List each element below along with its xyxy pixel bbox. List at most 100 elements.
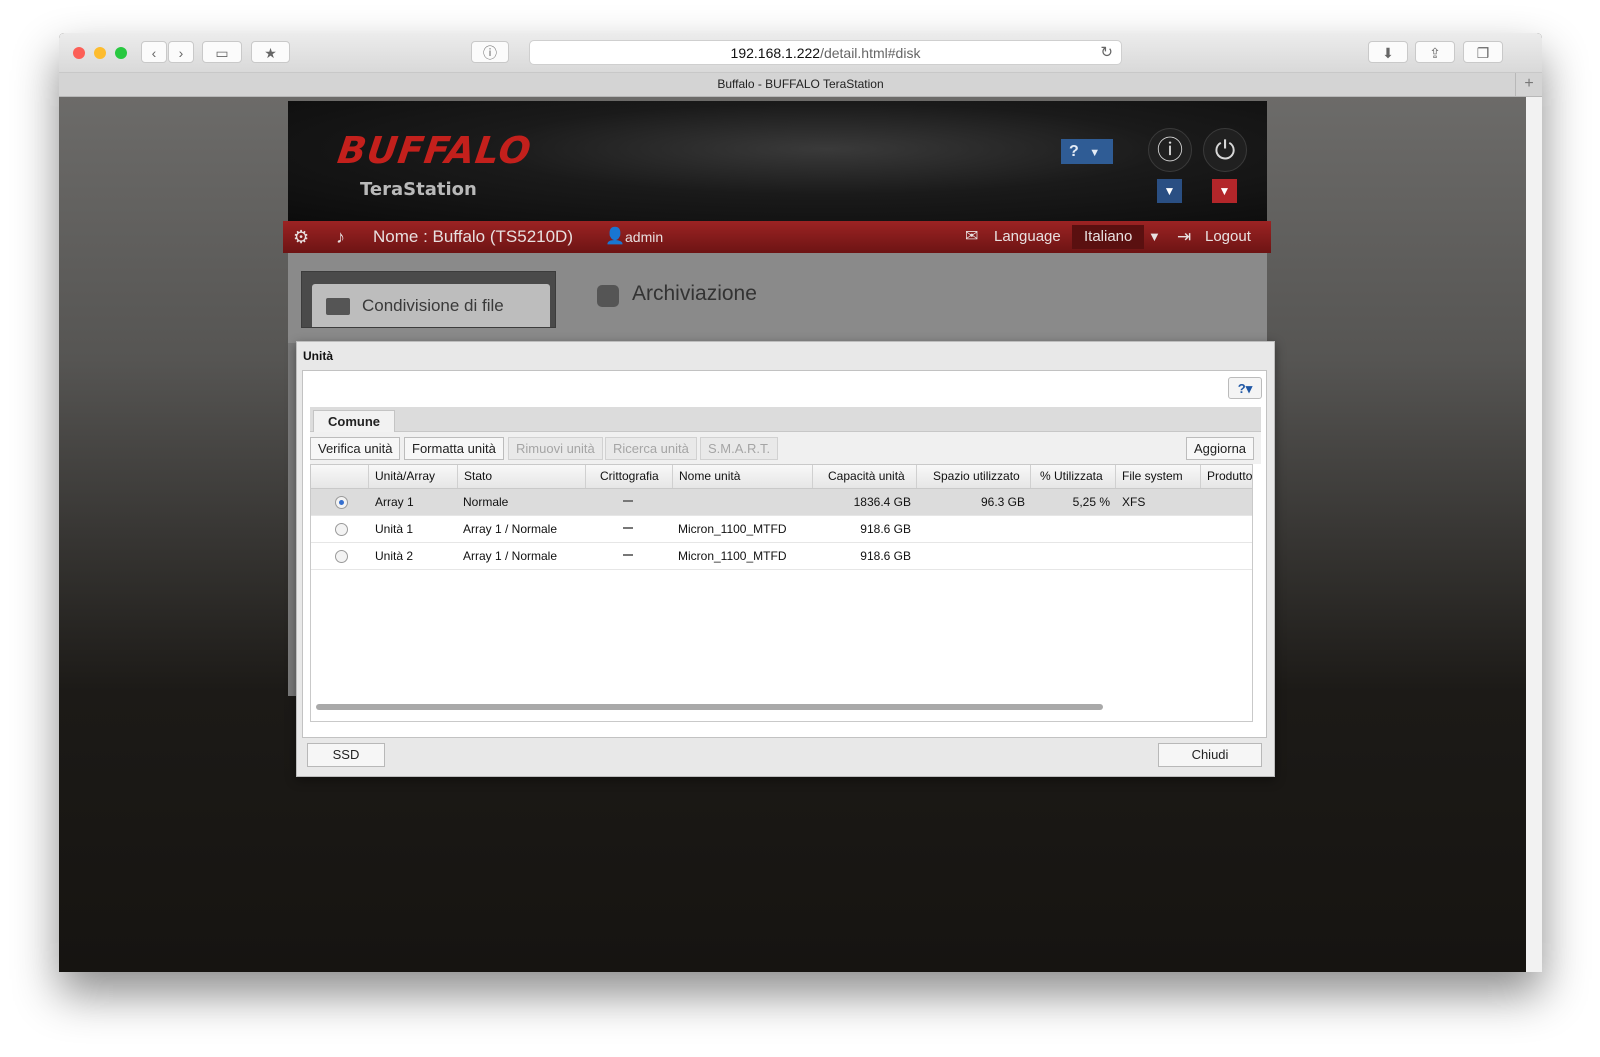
- buffalo-logo: BUFFALO: [334, 129, 535, 172]
- smart-button[interactable]: S.M.A.R.T.: [700, 437, 779, 460]
- page-scrollbar[interactable]: [1525, 97, 1542, 972]
- app-header: BUFFALO TeraStation ? ▼ ⓘ ⏻ ▼ ▼: [288, 101, 1267, 221]
- row-radio[interactable]: [335, 550, 348, 563]
- forward-button[interactable]: ›: [168, 41, 194, 63]
- help-dropdown[interactable]: ? ▼: [1061, 139, 1113, 164]
- table-row[interactable]: Unità 1 Array 1 / Normale Micron_1100_MT…: [311, 516, 1252, 543]
- close-button[interactable]: Chiudi: [1158, 743, 1262, 767]
- tabs-icon: ❐: [1476, 45, 1490, 61]
- music-note-icon[interactable]: ♪: [336, 221, 345, 253]
- column-header[interactable]: Capacità unità: [812, 465, 916, 488]
- ssd-button[interactable]: SSD: [307, 743, 385, 767]
- column-header[interactable]: Stato: [457, 465, 585, 488]
- power-button[interactable]: ⏻: [1203, 128, 1247, 172]
- state-cell: Array 1 / Normale: [463, 549, 558, 563]
- downloads-button[interactable]: ⬇: [1368, 41, 1408, 63]
- power-dropdown-icon[interactable]: ▼: [1212, 179, 1237, 203]
- dialog-body: ?▾ Comune Verifica unità Formatta unità …: [302, 370, 1267, 738]
- address-bar[interactable]: 192.168.1.222/detail.html#disk ↻: [529, 40, 1122, 65]
- user-name: admin: [625, 229, 664, 245]
- close-window-button[interactable]: [73, 47, 85, 59]
- column-header-select: [311, 465, 368, 488]
- chevron-right-icon: ›: [178, 45, 184, 61]
- settings-gear-icon[interactable]: ⚙: [293, 221, 309, 253]
- sidebar-button[interactable]: ▭: [202, 41, 242, 63]
- nav-item-file-sharing[interactable]: Condivisione di file: [312, 284, 550, 327]
- drive-name-cell: Micron_1100_MTFD: [678, 549, 787, 563]
- new-tab-button[interactable]: +: [1515, 73, 1542, 96]
- logout-icon[interactable]: ⇥: [1177, 221, 1191, 253]
- logout-link[interactable]: Logout: [1205, 221, 1251, 253]
- help-icon: ?▾: [1237, 381, 1253, 396]
- language-label: Language: [994, 228, 1061, 245]
- privacy-button[interactable]: ⓘ: [471, 41, 509, 63]
- used-space-cell: 96.3 GB: [980, 495, 1025, 509]
- zoom-window-button[interactable]: [115, 47, 127, 59]
- drive-name-cell: Micron_1100_MTFD: [678, 522, 787, 536]
- url-path: /detail.html#disk: [820, 45, 921, 61]
- database-icon: [597, 285, 619, 307]
- tab-comune[interactable]: Comune: [313, 410, 395, 432]
- star-icon: ★: [264, 45, 277, 61]
- dialog-title: Unità: [303, 349, 333, 363]
- info-circle-icon: ⓘ: [483, 45, 497, 61]
- table-header: Unità/Array Stato Crittografia Nome unit…: [311, 465, 1252, 489]
- remove-drive-button[interactable]: Rimuovi unità: [508, 437, 603, 460]
- share-button[interactable]: ⇪: [1415, 41, 1455, 63]
- power-icon: ⏻: [1214, 135, 1236, 165]
- bookmarks-button[interactable]: ★: [251, 41, 290, 63]
- chevron-down-icon: ▼: [1089, 147, 1101, 159]
- column-header[interactable]: % Utilizzata: [1030, 465, 1115, 488]
- format-drive-button[interactable]: Formatta unità: [404, 437, 504, 460]
- chevron-left-icon: ‹: [151, 45, 157, 61]
- page-content: BUFFALO TeraStation ? ▼ ⓘ ⏻ ▼ ▼ ⚙ ♪ Nome…: [59, 97, 1526, 972]
- row-radio[interactable]: [335, 523, 348, 536]
- minimize-window-button[interactable]: [94, 47, 106, 59]
- filesystem-cell: XFS: [1122, 495, 1146, 509]
- column-header[interactable]: Produttore: [1200, 465, 1252, 488]
- tabs-button[interactable]: ❐: [1463, 41, 1503, 63]
- tab-title[interactable]: Buffalo - BUFFALO TeraStation: [717, 77, 883, 91]
- horizontal-scrollbar[interactable]: [316, 704, 1103, 710]
- language-select[interactable]: Italiano: [1072, 225, 1145, 249]
- table-row[interactable]: Unità 2 Array 1 / Normale Micron_1100_MT…: [311, 543, 1252, 570]
- column-header[interactable]: Spazio utilizzato: [916, 465, 1030, 488]
- tab-bar: Buffalo - BUFFALO TeraStation +: [59, 73, 1542, 97]
- unit-cell: Array 1: [375, 495, 414, 509]
- section-title: Archiviazione: [632, 282, 757, 305]
- help-icon: ?: [1069, 143, 1079, 160]
- info-button[interactable]: ⓘ: [1148, 128, 1192, 172]
- browser-toolbar: ‹ › ▭ ★ ⓘ 192.168.1.222/detail.html#disk…: [59, 33, 1542, 73]
- column-header[interactable]: Unità/Array: [368, 465, 457, 488]
- table-row[interactable]: Array 1 Normale 1836.4 GB 96.3 GB 5,25 %…: [311, 489, 1252, 516]
- unit-cell: Unità 1: [375, 522, 414, 536]
- nav-item-label: Condivisione di file: [362, 296, 504, 315]
- share-icon: ⇪: [1429, 45, 1441, 61]
- state-cell: Array 1 / Normale: [463, 522, 558, 536]
- drives-table: Unità/Array Stato Crittografia Nome unit…: [310, 464, 1253, 722]
- browser-window: ‹ › ▭ ★ ⓘ 192.168.1.222/detail.html#disk…: [59, 33, 1542, 972]
- back-button[interactable]: ‹: [141, 41, 167, 63]
- capacity-cell: 1836.4 GB: [853, 495, 911, 509]
- percent-used-cell: 5,25 %: [1072, 495, 1110, 509]
- refresh-button[interactable]: Aggiorna: [1186, 437, 1255, 460]
- sidebar-icon: ▭: [215, 45, 229, 61]
- rescan-drive-button[interactable]: Ricerca unità: [605, 437, 697, 460]
- state-cell: Normale: [463, 495, 509, 509]
- info-dropdown-icon[interactable]: ▼: [1157, 179, 1182, 203]
- chevron-down-icon[interactable]: ▼: [1148, 221, 1161, 253]
- column-header[interactable]: Nome unità: [672, 465, 812, 488]
- verify-drive-button[interactable]: Verifica unità: [310, 437, 401, 460]
- column-header[interactable]: File system: [1115, 465, 1200, 488]
- reload-icon[interactable]: ↻: [1100, 41, 1113, 65]
- encryption-dash-icon: [623, 554, 633, 556]
- column-header[interactable]: Crittografia: [585, 465, 672, 488]
- dialog-toolbar: Verifica unità Formatta unità Rimuovi un…: [310, 432, 1261, 464]
- capacity-cell: 918.6 GB: [860, 549, 911, 563]
- left-nav: Condivisione di file: [301, 271, 556, 328]
- help-button[interactable]: ?▾: [1228, 377, 1262, 399]
- product-name: TeraStation: [360, 179, 477, 200]
- download-icon: ⬇: [1382, 45, 1394, 61]
- row-radio[interactable]: [335, 496, 348, 509]
- capacity-cell: 918.6 GB: [860, 522, 911, 536]
